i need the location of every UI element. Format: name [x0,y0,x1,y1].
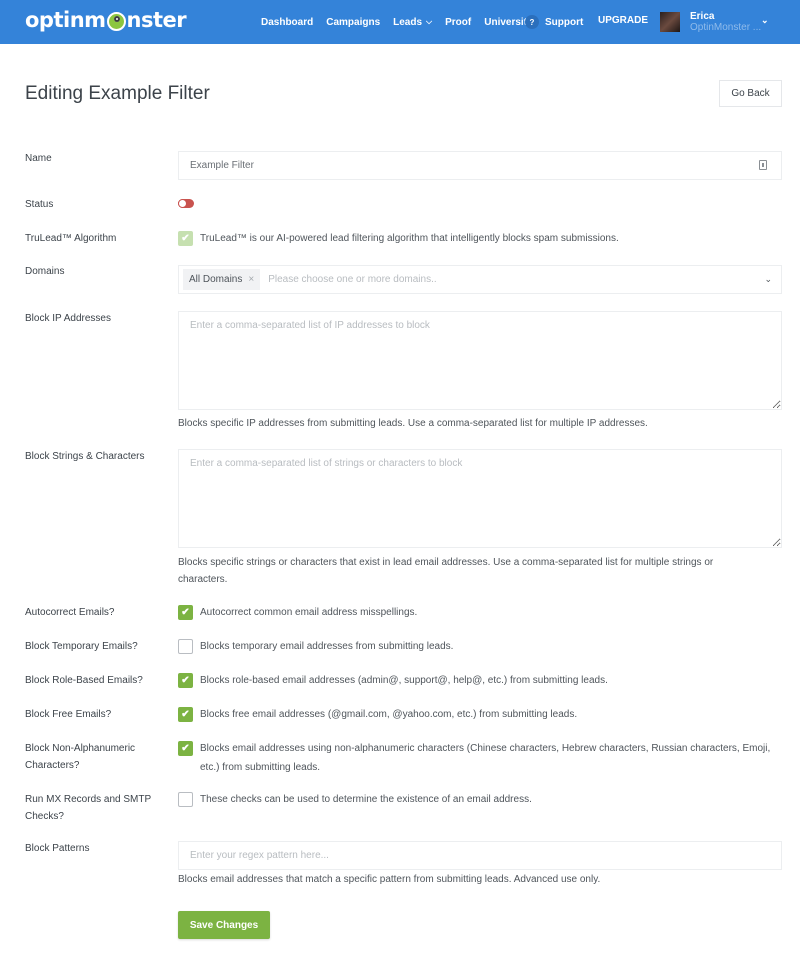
chevron-down-icon[interactable]: ⌄ [764,274,772,285]
block-ip-label: Block IP Addresses [25,313,111,324]
block-free-checkbox[interactable]: ✔ [178,707,193,722]
domain-tag-label: All Domains [189,274,243,285]
nav-proof[interactable]: Proof [445,17,471,28]
remove-tag-icon[interactable]: × [248,274,254,285]
nav-campaigns[interactable]: Campaigns [326,17,380,28]
logo-text-end: nster [126,8,187,32]
autocorrect-description: Autocorrect common email address misspel… [200,607,418,618]
block-ip-textarea[interactable] [178,311,782,410]
page-title: Editing Example Filter [25,83,210,104]
chevron-down-icon[interactable]: ⌄ [761,15,769,26]
block-nonalpha-row: ✔ Blocks email addresses using non-alpha… [178,741,785,777]
nav-upgrade[interactable]: UPGRADE [598,15,648,26]
main-nav: Dashboard Campaigns Leads ⌵ Proof Univers… [261,0,546,44]
autocorrect-label: Autocorrect Emails? [25,607,115,618]
block-free-row: ✔ Blocks free email addresses (@gmail.co… [178,707,785,724]
nav-support[interactable]: ? Support [525,0,583,44]
block-nonalpha-description: Blocks email addresses using non-alphanu… [200,743,771,773]
autocorrect-row: ✔ Autocorrect common email address missp… [178,605,785,622]
go-back-button[interactable]: Go Back [719,80,782,107]
nav-support-label: Support [545,16,584,28]
block-patterns-help: Blocks email addresses that match a spec… [178,874,601,885]
trulead-checkbox[interactable]: ✔ [178,231,193,246]
block-free-description: Blocks free email addresses (@gmail.com,… [200,709,578,720]
logo-text-start: optinm [25,8,106,32]
field-info-icon [759,160,767,170]
block-role-label: Block Role-Based Emails? [25,675,143,686]
domain-tag: All Domains × [183,269,261,290]
domains-label: Domains [25,266,65,277]
domains-select[interactable]: All Domains × Please choose one or more … [178,265,782,294]
name-label: Name [25,153,52,164]
mx-smtp-description: These checks can be used to determine th… [200,794,532,805]
user-name: Erica [690,11,715,22]
block-patterns-label: Block Patterns [25,843,90,854]
help-icon: ? [525,15,539,29]
nav-campaigns-label: Campaigns [326,16,381,28]
block-strings-label: Block Strings & Characters [25,451,145,462]
trulead-label: TruLead™ Algorithm [25,233,117,244]
name-input[interactable] [178,151,782,180]
block-temporary-label: Block Temporary Emails? [25,641,138,652]
user-avatar[interactable] [660,12,680,32]
status-label: Status [25,199,54,210]
block-strings-help: Blocks specific strings or characters th… [178,557,714,585]
block-nonalpha-label: Block Non-Alphanumeric Characters? [25,743,136,771]
block-role-description: Blocks role-based email addresses (admin… [200,675,608,686]
block-role-row: ✔ Blocks role-based email addresses (adm… [178,673,785,690]
block-patterns-input[interactable] [178,841,782,870]
block-nonalpha-checkbox[interactable]: ✔ [178,741,193,756]
status-toggle[interactable] [178,199,194,208]
autocorrect-checkbox[interactable]: ✔ [178,605,193,620]
nav-leads-label: Leads [393,16,423,28]
trulead-row: ✔ TruLead™ is our AI-powered lead filter… [178,231,785,248]
block-temporary-description: Blocks temporary email addresses from su… [200,641,454,652]
mx-smtp-label: Run MX Records and SMTP Checks? [25,794,151,822]
block-temporary-row: Blocks temporary email addresses from su… [178,639,785,656]
block-role-checkbox[interactable]: ✔ [178,673,193,688]
user-organization: OptinMonster ... [690,22,762,33]
nav-proof-label: Proof [445,16,472,28]
toggle-knob [178,199,187,208]
user-menu[interactable]: Erica OptinMonster ... [690,11,761,33]
mx-smtp-row: These checks can be used to determine th… [178,792,785,809]
nav-dashboard[interactable]: Dashboard [261,17,313,28]
save-changes-button[interactable]: Save Changes [178,911,270,939]
block-strings-textarea[interactable] [178,449,782,548]
monster-logo-icon [106,11,126,31]
top-navigation-bar: optinm nster Dashboard Campaigns Leads ⌵ P… [0,0,800,44]
nav-dashboard-label: Dashboard [261,16,314,28]
block-temporary-checkbox[interactable] [178,639,193,654]
domains-placeholder: Please choose one or more domains.. [268,274,437,285]
block-free-label: Block Free Emails? [25,709,112,720]
nav-leads[interactable]: Leads ⌵ [393,17,432,28]
trulead-description: TruLead™ is our AI-powered lead filterin… [200,233,619,244]
mx-smtp-checkbox[interactable] [178,792,193,807]
optinmonster-logo[interactable]: optinm nster [25,8,187,32]
chevron-down-icon: ⌵ [426,17,433,26]
block-ip-help: Blocks specific IP addresses from submit… [178,418,648,429]
